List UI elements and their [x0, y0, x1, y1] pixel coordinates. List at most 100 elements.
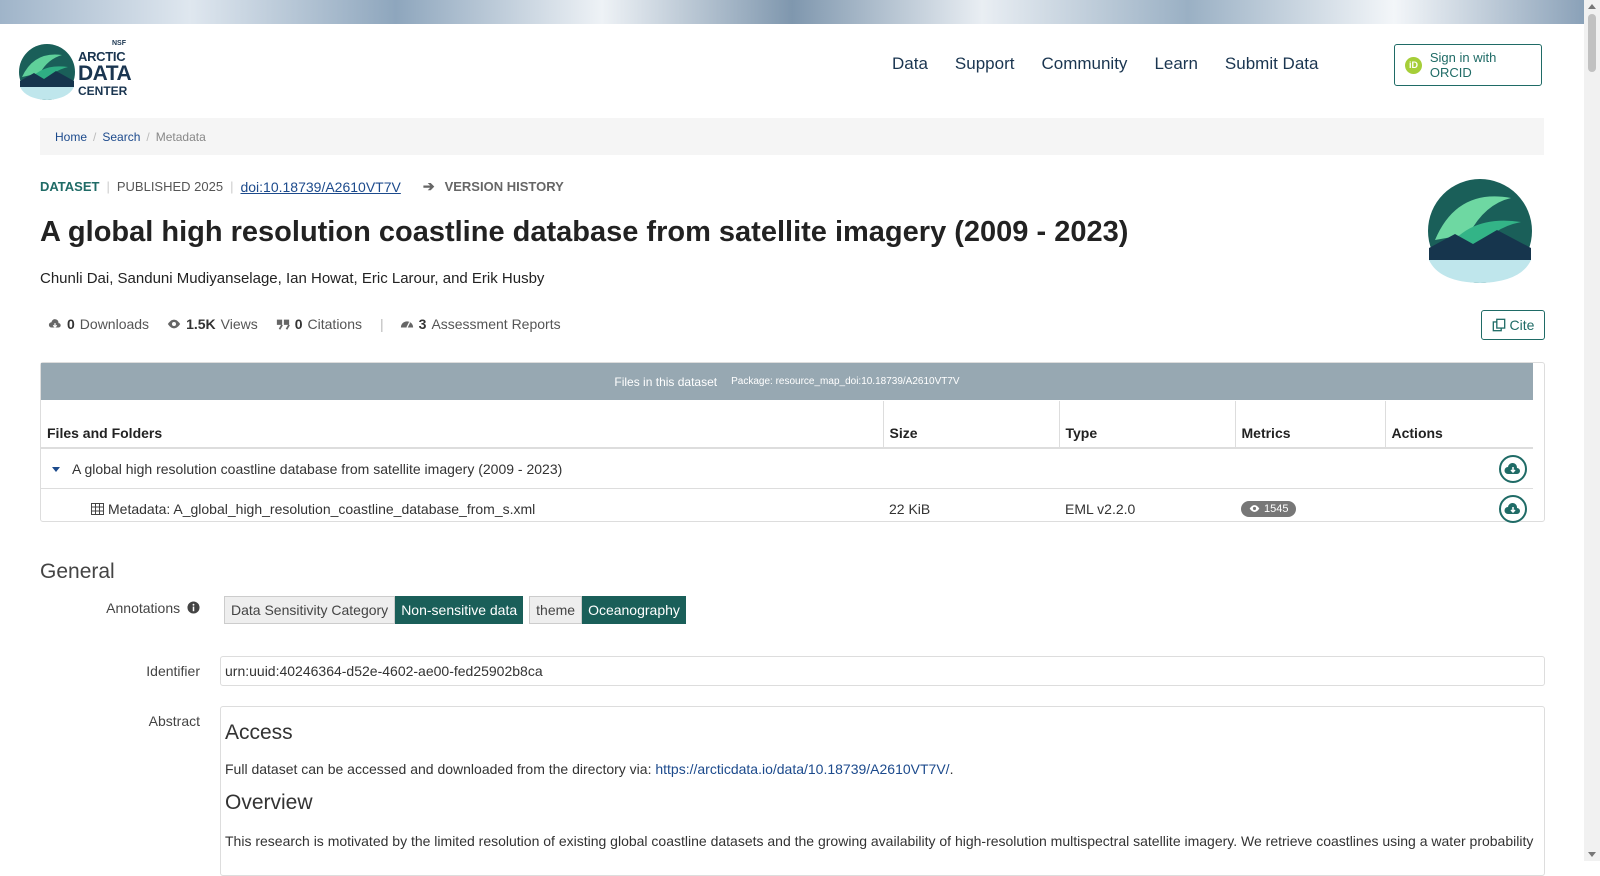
annotation-pill[interactable]: theme Oceanography: [529, 596, 686, 624]
cloud-download-icon: [48, 319, 61, 328]
table-icon: [91, 502, 104, 515]
column-header-type[interactable]: Type: [1058, 401, 1235, 449]
logo-mark-icon: [19, 44, 75, 100]
cloud-download-icon: [1504, 502, 1520, 514]
citations-count: 0: [294, 316, 303, 332]
file-type: EML v2.2.0: [1059, 488, 1235, 528]
nav-community[interactable]: Community: [1041, 54, 1127, 74]
meta-divider: |: [230, 179, 234, 194]
logo-nsf-text: NSF: [112, 40, 126, 47]
package-id-label: Package: resource_map_doi:10.18739/A2610…: [731, 376, 960, 387]
dataset-type-label: DATASET: [40, 179, 100, 194]
files-table-heading: Files in this dataset Package: resource_…: [41, 363, 1533, 400]
caret-down-icon[interactable]: [52, 466, 60, 472]
nav-support[interactable]: Support: [955, 54, 1015, 74]
dataset-title: A global high resolution coastline datab…: [40, 216, 1129, 248]
orcid-icon: iD: [1405, 56, 1422, 74]
scroll-up-icon[interactable]: [1588, 4, 1596, 9]
annotation-pill[interactable]: Data Sensitivity Category Non-sensitive …: [224, 596, 524, 624]
identifier-field[interactable]: urn:uuid:40246364-d52e-4602-ae00-fed2590…: [220, 656, 1545, 686]
dataset-authors: Chunli Dai, Sanduni Mudiyanselage, Ian H…: [40, 270, 545, 287]
assessment-reports-metric[interactable]: 3 Assessment Reports: [400, 316, 561, 332]
column-header-files[interactable]: Files and Folders: [41, 401, 883, 449]
files-heading-label: Files in this dataset: [614, 374, 718, 389]
annotation-value: Non-sensitive data: [395, 596, 524, 624]
sign-in-orcid-button[interactable]: iD Sign in with ORCID: [1394, 44, 1542, 86]
nav-data[interactable]: Data: [892, 54, 928, 74]
download-folder-button[interactable]: [1499, 454, 1527, 483]
dataset-directory-link[interactable]: https://arcticdata.io/data/10.18739/A261…: [655, 761, 949, 777]
citations-metric[interactable]: 0 Citations: [276, 316, 362, 332]
cite-button[interactable]: Cite: [1481, 310, 1545, 340]
breadcrumb-search[interactable]: Search: [102, 130, 140, 144]
site-header: NSF ARCTIC DATA CENTER Data Support Comm…: [0, 24, 1584, 114]
abstract-field: Access Full dataset can be accessed and …: [220, 706, 1545, 876]
files-table-panel: Files in this dataset Package: resource_…: [40, 362, 1545, 528]
info-icon[interactable]: [187, 601, 200, 614]
general-section-title: General: [40, 560, 115, 583]
column-header-size[interactable]: Size: [882, 401, 1059, 449]
files-table: Files and Folders Size Type Metrics Acti…: [41, 401, 1533, 528]
annotation-value: Oceanography: [582, 596, 686, 624]
views-label: Views: [220, 316, 258, 332]
annotation-key: theme: [529, 596, 583, 624]
annotations-list: Data Sensitivity Category Non-sensitive …: [224, 596, 692, 624]
breadcrumb-separator: /: [93, 129, 97, 144]
views-badge-count: 1545: [1264, 502, 1289, 515]
annotation-key: Data Sensitivity Category: [224, 596, 396, 624]
abstract-heading-access: Access: [225, 721, 293, 744]
sign-in-label: Sign in with ORCID: [1429, 50, 1497, 80]
folder-name: A global high resolution coastline datab…: [72, 460, 563, 477]
abstract-label: Abstract: [148, 713, 200, 729]
logo-word-center: CENTER: [78, 84, 128, 98]
copy-icon: [1492, 318, 1505, 332]
identifier-label: Identifier: [146, 663, 200, 679]
dashboard-icon: [400, 321, 413, 328]
doi-link[interactable]: doi:10.18739/A2610VT7V: [240, 179, 400, 195]
reports-count: 3: [418, 316, 427, 332]
nav-learn[interactable]: Learn: [1154, 54, 1197, 74]
version-history-link[interactable]: ➔ VERSION HISTORY: [423, 178, 564, 195]
download-file-button[interactable]: [1499, 494, 1527, 523]
downloads-label: Downloads: [79, 316, 150, 332]
citations-label: Citations: [307, 316, 362, 332]
downloads-count: 0: [67, 316, 75, 332]
table-row[interactable]: Metadata: A_global_high_resolution_coast…: [41, 488, 1533, 528]
column-header-actions: Actions: [1384, 401, 1533, 449]
annotations-label-text: Annotations: [106, 600, 181, 616]
arctic-data-center-logo[interactable]: NSF ARCTIC DATA CENTER: [18, 40, 132, 102]
quote-icon: [276, 319, 290, 330]
abstract-access-paragraph: Full dataset can be accessed and downloa…: [225, 761, 1540, 777]
breadcrumb-home[interactable]: Home: [55, 130, 87, 144]
file-size: 22 KiB: [883, 488, 1059, 528]
downloads-metric[interactable]: 0 Downloads: [48, 316, 149, 332]
breadcrumb-current: Metadata: [155, 129, 206, 144]
views-metric[interactable]: 1.5K Views: [167, 316, 258, 332]
version-history-label: VERSION HISTORY: [444, 179, 564, 194]
nav-submit-data[interactable]: Submit Data: [1225, 54, 1319, 74]
metrics-divider: |: [380, 316, 384, 332]
scrollbar-thumb[interactable]: [1588, 14, 1596, 72]
dataset-meta-row: DATASET | PUBLISHED 2025 | doi:10.18739/…: [40, 178, 564, 195]
top-banner-image: [0, 0, 1584, 24]
abstract-overview-paragraph: This research is motivated by the limite…: [225, 833, 1534, 849]
main-nav: Data Support Community Learn Submit Data: [892, 54, 1345, 74]
views-badge: 1545: [1241, 500, 1297, 517]
eye-icon: [167, 319, 181, 329]
published-label: PUBLISHED 2025: [116, 179, 224, 194]
breadcrumb-separator: /: [146, 129, 150, 144]
column-header-metrics[interactable]: Metrics: [1234, 401, 1385, 449]
file-name[interactable]: Metadata: A_global_high_resolution_coast…: [108, 501, 535, 517]
portal-logo-icon: [1428, 179, 1532, 283]
logo-word-data: DATA: [78, 62, 132, 85]
scroll-down-icon[interactable]: [1588, 852, 1596, 857]
views-count: 1.5K: [186, 316, 216, 332]
cite-label: Cite: [1509, 317, 1535, 333]
breadcrumb: Home / Search / Metadata: [40, 118, 1544, 155]
abstract-heading-overview: Overview: [225, 791, 313, 814]
reports-label: Assessment Reports: [431, 316, 561, 332]
meta-divider: |: [106, 179, 110, 194]
folder-row[interactable]: A global high resolution coastline datab…: [41, 447, 1533, 489]
page-scrollbar[interactable]: [1584, 0, 1600, 861]
arrow-left-icon: ➔: [422, 178, 435, 194]
